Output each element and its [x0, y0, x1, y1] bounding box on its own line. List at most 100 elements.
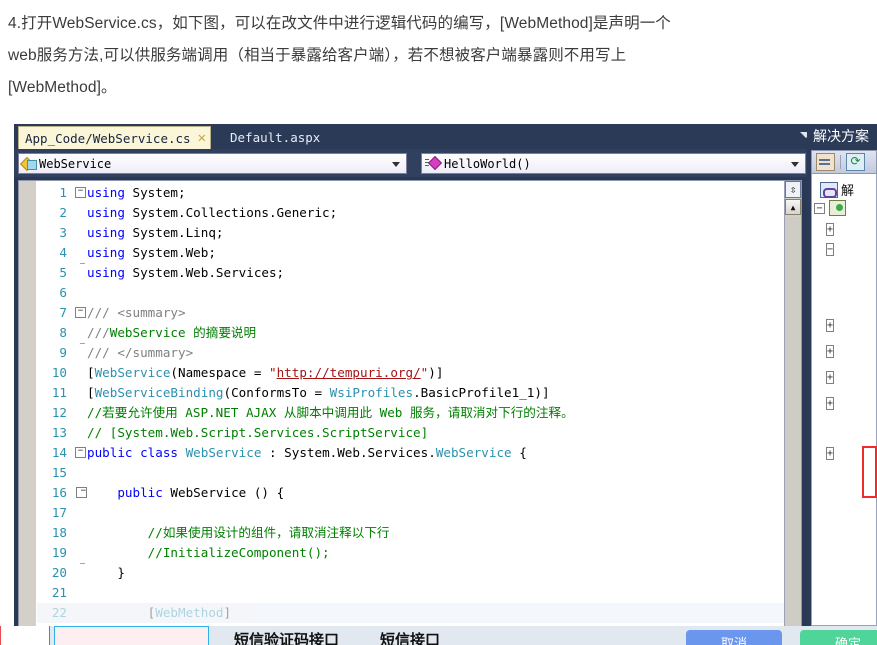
fold-indicator[interactable]: − [74, 483, 87, 503]
code-token: " [269, 365, 277, 380]
overlay-cancel-button[interactable]: 取消 [686, 630, 782, 645]
collapse-icon[interactable]: − [75, 446, 86, 458]
code-line[interactable]: 6 [37, 283, 801, 303]
code-line[interactable]: 2 using System.Collections.Generic; [37, 203, 801, 223]
tree-expander-1[interactable]: + [826, 222, 835, 236]
fold-indicator[interactable]: − [74, 303, 87, 323]
scroll-up-icon[interactable]: ▲ [785, 199, 801, 215]
solution-root-label: 解 [841, 184, 855, 199]
solution-explorer-tree[interactable]: 解 − + − + + + + + [811, 174, 877, 626]
code-line[interactable]: 1− using System; [37, 183, 801, 203]
tree-expander-2[interactable]: − [826, 242, 835, 256]
line-number: 1 [59, 185, 67, 200]
overlay-label-sms-verify: 短信验证码接口 [234, 631, 340, 645]
scrollbar-track[interactable] [785, 217, 801, 626]
tree-expander-5[interactable]: + [826, 370, 835, 384]
tab-default-aspx[interactable]: Default.aspx [222, 126, 328, 149]
code-token: //如果使用设计的组件，请取消注释以下行 [87, 525, 390, 540]
overlay-annotation-box [0, 626, 50, 645]
code-line[interactable]: 11 [WebServiceBinding(ConformsTo = WsiPro… [37, 383, 801, 403]
code-text: ///WebService 的摘要说明 [87, 323, 801, 343]
close-icon[interactable]: ✕ [198, 131, 206, 145]
tree-node-solution[interactable]: 解 [820, 180, 854, 199]
tree-expander-7[interactable]: + [826, 446, 835, 460]
code-line[interactable]: 3 using System.Linq; [37, 223, 801, 243]
line-number: 7 [59, 305, 67, 320]
tree-node-project[interactable]: − [814, 200, 846, 216]
expand-icon[interactable]: + [826, 223, 835, 236]
code-text-area[interactable]: 1− using System; 2 using System.Collections… [37, 183, 801, 626]
expand-icon[interactable]: + [826, 345, 835, 358]
code-editor[interactable]: 1− using System; 2 using System.Collections… [18, 180, 802, 626]
line-number: 3 [59, 225, 67, 240]
collapse-icon[interactable]: − [75, 306, 86, 318]
refresh-icon[interactable]: ⟳ [846, 153, 865, 171]
code-line[interactable]: 5 using System.Web.Services; [37, 263, 801, 283]
page-root: 4.打开WebService.cs，如下图，可以在改文件中进行逻辑代码的编写，[… [0, 0, 877, 645]
line-number: 15 [51, 465, 67, 480]
overlay-confirm-button[interactable]: 确定 [800, 630, 877, 645]
code-line[interactable]: 16− public WebService () { [37, 483, 801, 503]
chevron-down-icon[interactable] [791, 162, 799, 167]
line-number: 13 [51, 425, 67, 440]
collapse-icon[interactable]: − [814, 202, 825, 214]
code-line[interactable]: 12 //若要允许使用 ASP.NET AJAX 从脚本中调用此 Web 服务，请… [37, 403, 801, 423]
fold-indicator[interactable]: − [74, 443, 87, 463]
code-line[interactable]: 15 [37, 463, 801, 483]
code-token: System.Web; [132, 245, 216, 260]
code-text: /// </summary> [87, 343, 801, 363]
split-view-icon[interactable]: ⇳ [785, 181, 801, 198]
code-line[interactable]: 20 } [37, 563, 801, 583]
fold-line-foot [80, 263, 85, 264]
expand-icon[interactable]: + [826, 319, 835, 332]
solution-explorer-toolbar: ⟳ [811, 150, 877, 174]
collapse-icon[interactable]: − [75, 186, 86, 198]
line-number: 10 [51, 365, 67, 380]
fold-indicator[interactable]: − [74, 183, 87, 203]
code-token: WebService 的摘要说明 [109, 325, 257, 340]
code-text: //若要允许使用 ASP.NET AJAX 从脚本中调用此 Web 服务，请取消… [87, 403, 801, 423]
code-line[interactable]: 7−/// <summary> [37, 303, 801, 323]
expand-icon[interactable]: + [826, 397, 835, 410]
properties-icon[interactable] [816, 153, 835, 171]
expand-icon[interactable]: + [826, 447, 835, 460]
editor-navigation-bar: WebService HelloWorld() [14, 149, 877, 177]
code-line[interactable]: 4 using System.Web; [37, 243, 801, 263]
tree-expander-4[interactable]: + [826, 344, 835, 358]
code-token[interactable]: http://tempuri.org/ [277, 365, 421, 380]
code-text: public class WebService : System.Web.Ser… [87, 443, 801, 463]
code-line[interactable]: 19 //InitializeComponent(); [37, 543, 801, 563]
code-token: ] [223, 605, 232, 620]
tree-expander-6[interactable]: + [826, 396, 835, 410]
code-line[interactable]: 14− public class WebService : System.Web.… [37, 443, 801, 463]
code-line[interactable]: 9 /// </summary> [37, 343, 801, 363]
member-dropdown[interactable]: HelloWorld() [421, 153, 806, 174]
collapse-icon[interactable]: − [76, 486, 87, 498]
code-line[interactable]: 13 // [System.Web.Script.Services.ScriptS… [37, 423, 801, 443]
tab-label: App_Code/WebService.cs [25, 130, 191, 146]
line-number: 22 [51, 605, 67, 620]
code-token: using [87, 225, 133, 240]
code-line[interactable]: 22 [WebMethod] [37, 603, 801, 623]
code-text: // [System.Web.Script.Services.ScriptSer… [87, 423, 801, 443]
chevron-down-icon[interactable] [392, 162, 400, 167]
code-line[interactable]: 21 [37, 583, 801, 603]
expand-icon[interactable]: + [826, 371, 835, 384]
code-line[interactable]: 10 [WebService(Namespace = "http://tempur… [37, 363, 801, 383]
code-token: using [87, 185, 133, 200]
code-line[interactable]: 18 //如果使用设计的组件，请取消注释以下行 [37, 523, 801, 543]
overlay-text-input[interactable] [54, 626, 209, 645]
solution-explorer-title: 解决方案 [813, 129, 869, 145]
editor-vertical-scrollbar[interactable]: ⇳ ▲ [784, 181, 801, 626]
fold-line-foot [80, 563, 85, 564]
collapse-icon[interactable]: − [826, 243, 835, 256]
code-token: WebService () { [170, 485, 285, 500]
class-dropdown[interactable]: WebService [18, 153, 407, 174]
tree-expander-3[interactable]: + [826, 318, 835, 332]
code-line[interactable]: 17 [37, 503, 801, 523]
tab-webservice-cs[interactable]: App_Code/WebService.cs ✕ [18, 126, 212, 149]
editor-tab-strip: App_Code/WebService.cs ✕ Default.aspx [14, 124, 877, 149]
code-line[interactable]: 8 ///WebService 的摘要说明 [37, 323, 801, 343]
solution-explorer-panel: 解决方案 ⟳ 解 − + − + + + + + [807, 124, 877, 626]
